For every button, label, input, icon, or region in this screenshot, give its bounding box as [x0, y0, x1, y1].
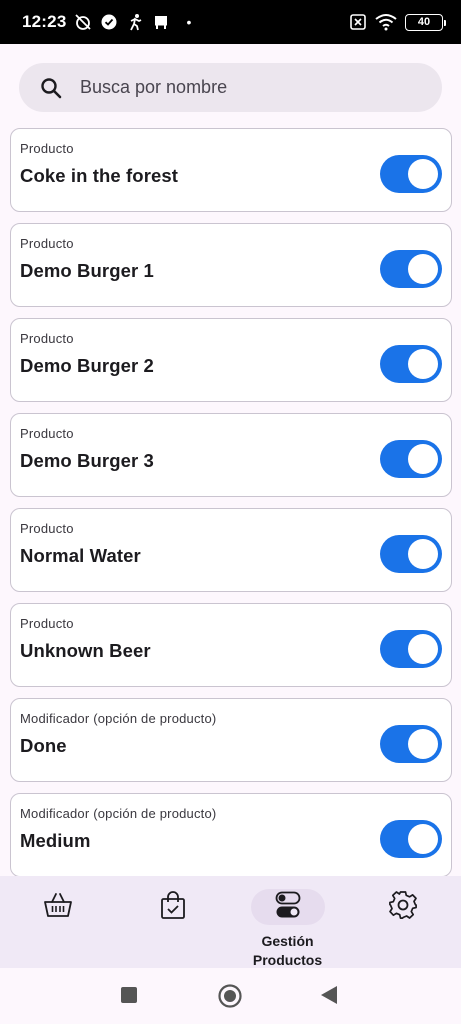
item-name: Coke in the forest [20, 165, 179, 186]
item-kind: Producto [20, 616, 74, 631]
list-item: Producto Demo Burger 3 [10, 413, 452, 497]
list-item: Producto Normal Water [10, 508, 452, 592]
status-time: 12:23 [22, 12, 67, 31]
nav-item-orders[interactable] [115, 876, 230, 968]
toggle-knob [408, 254, 438, 284]
item-toggle[interactable] [380, 535, 442, 573]
wifi-icon [375, 13, 397, 31]
search-bar[interactable] [19, 63, 442, 112]
item-toggle[interactable] [380, 725, 442, 763]
list-item: Producto Demo Burger 2 [10, 318, 452, 402]
item-toggle[interactable] [380, 250, 442, 288]
home-circle-icon [218, 984, 242, 1013]
back-button[interactable] [320, 985, 338, 1010]
shopping-bag-check-icon [159, 890, 187, 925]
nav-item-basket[interactable] [0, 876, 115, 968]
back-triangle-icon [320, 985, 338, 1010]
check-circle-icon [100, 13, 118, 31]
status-dot: • [186, 14, 192, 30]
toggle-knob [408, 729, 438, 759]
item-toggle[interactable] [380, 155, 442, 193]
item-name: Normal Water [20, 545, 141, 566]
nav-item-gestion-productos[interactable]: Gestión Productos [230, 876, 345, 968]
toggle-knob [408, 444, 438, 474]
item-toggle[interactable] [380, 345, 442, 383]
search-input[interactable] [80, 77, 400, 98]
toggle-knob [408, 539, 438, 569]
item-toggle[interactable] [380, 820, 442, 858]
toggle-knob [408, 159, 438, 189]
recents-button[interactable] [120, 986, 138, 1009]
item-toggle[interactable] [380, 630, 442, 668]
status-right: 40 [349, 13, 446, 31]
item-name: Demo Burger 2 [20, 355, 154, 376]
search-icon [39, 76, 63, 100]
item-kind: Producto [20, 521, 74, 536]
nav-icon-container [136, 889, 210, 925]
item-kind: Producto [20, 331, 74, 346]
basket-icon [43, 891, 73, 924]
item-name: Unknown Beer [20, 640, 151, 661]
no-sim-icon [349, 13, 367, 31]
list-item: Producto Unknown Beer [10, 603, 452, 687]
recents-square-icon [120, 986, 138, 1009]
nav-label-line1: Gestión [261, 933, 314, 949]
item-kind: Producto [20, 236, 74, 251]
toggle-knob [408, 634, 438, 664]
item-name: Medium [20, 830, 91, 851]
system-navigation-bar [0, 968, 461, 1024]
nav-icon-container [21, 889, 95, 925]
gear-icon [388, 890, 418, 925]
home-button[interactable] [218, 984, 242, 1013]
runner-icon [126, 13, 144, 31]
status-left: 12:23 • [22, 12, 191, 32]
nav-icon-container [250, 889, 325, 925]
list-item: Modificador (opción de producto) Medium [10, 793, 452, 877]
item-kind: Producto [20, 426, 74, 441]
nav-item-settings[interactable] [345, 876, 460, 968]
item-toggle[interactable] [380, 440, 442, 478]
toggle-knob [408, 824, 438, 854]
bottom-navigation: Gestión Productos [0, 876, 461, 968]
toggles-icon [275, 891, 301, 924]
battery-icon: 40 [405, 13, 446, 31]
list-item: Producto Demo Burger 1 [10, 223, 452, 307]
status-bar: 12:23 • 40 [0, 0, 461, 44]
item-kind: Modificador (opción de producto) [20, 806, 217, 821]
alarm-off-icon [74, 13, 92, 31]
nav-icon-container [366, 889, 440, 925]
storefront-icon [152, 13, 170, 31]
item-name: Demo Burger 3 [20, 450, 154, 471]
item-name: Done [20, 735, 67, 756]
list-item: Modificador (opción de producto) Done [10, 698, 452, 782]
item-kind: Modificador (opción de producto) [20, 711, 217, 726]
toggle-knob [408, 349, 438, 379]
list-item: Producto Coke in the forest [10, 128, 452, 212]
nav-label: Gestión Productos [230, 932, 345, 970]
item-kind: Producto [20, 141, 74, 156]
item-name: Demo Burger 1 [20, 260, 154, 281]
